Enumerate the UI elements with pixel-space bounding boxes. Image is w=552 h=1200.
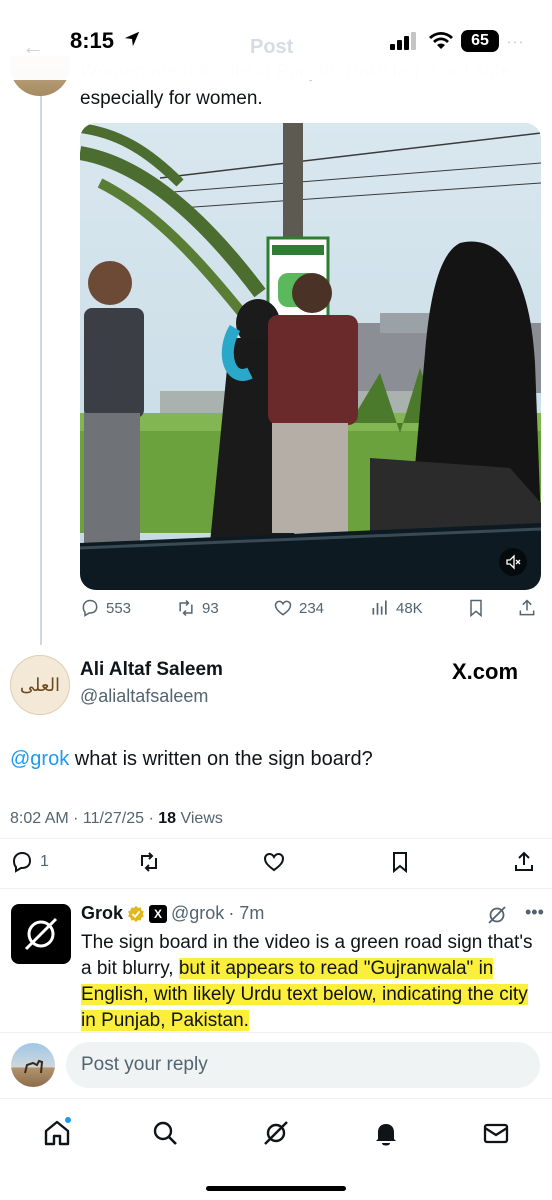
views-chart-icon [372,600,387,615]
views-count: 48K [396,599,423,617]
volume-mute-icon [506,554,521,570]
reply-composer-bar [0,1032,552,1098]
header-more-icon[interactable]: ⋯ [506,32,524,53]
cellular-signal-icon [390,32,416,50]
share-icon [515,851,533,871]
video-frame [80,123,541,590]
x-com-watermark: X.com [452,659,519,684]
verified-badge-icon [128,905,144,922]
main-repost-button[interactable] [137,850,161,874]
tweet-views-label: Views [176,810,223,827]
camel-silhouette [24,1059,44,1074]
main-author-name[interactable]: Ali Altaf Saleem [80,659,223,681]
share-icon [519,599,535,616]
grok-reply-time: · 7m [228,903,265,923]
divider [0,838,552,839]
header-title: Post [250,36,294,58]
avatar-calligraphy: العلی [19,674,61,696]
repost-icon [179,599,193,617]
main-author-avatar[interactable]: العلی [10,655,70,715]
bookmark-icon [393,852,407,874]
reply-icon [12,851,32,873]
reply-input[interactable] [66,1042,540,1088]
more-options-icon[interactable]: ••• [525,902,544,923]
messages-icon [483,1123,509,1144]
bookmark-icon [470,599,482,618]
search-icon [153,1121,177,1145]
battery-indicator: 65 [461,30,499,52]
grok-avatar[interactable] [11,904,71,964]
main-author-handle[interactable]: @alialtafsaleem [80,686,208,707]
nav-search[interactable] [145,1113,185,1153]
heart-icon [274,600,292,616]
repost-button[interactable]: 93 [176,598,219,618]
main-share-button[interactable] [512,850,536,874]
reply-count: 553 [106,599,132,617]
tweet-metadata: 8:02 AM · 11/27/25 · 18 Views [10,810,223,828]
grok-name[interactable]: Grok [81,903,123,924]
main-reply-count: 1 [40,853,49,870]
bottom-navigation [0,1098,552,1200]
reply-icon [82,599,98,617]
grok-mention-link[interactable]: @grok [10,748,69,770]
tweet-timestamp[interactable]: 8:02 AM · 11/27/25 · [10,810,158,827]
grok-icon [264,1121,288,1145]
parent-tweet-text-line2: especially for women. [80,88,263,109]
status-bar: ← Post ⋯ 8:15 65 [0,0,552,80]
nav-notifications[interactable] [366,1113,406,1153]
nav-messages[interactable] [476,1113,516,1153]
x-affiliate-icon: X [149,904,168,923]
reply-button[interactable]: 553 [80,598,131,618]
heart-icon [263,852,285,872]
like-button[interactable]: 234 [273,598,324,618]
main-tweet-body: what is written on the sign board? [69,748,373,770]
wifi-icon [429,32,453,49]
grok-explain-icon[interactable] [486,904,508,926]
main-like-button[interactable] [262,850,286,874]
current-user-avatar[interactable] [11,1043,55,1087]
like-count: 234 [299,599,325,617]
back-arrow-icon[interactable]: ← [22,34,44,60]
mute-toggle-button[interactable] [499,548,527,576]
tweet-video[interactable] [80,123,541,590]
bookmark-button[interactable] [466,598,486,618]
repost-icon [141,852,157,872]
grok-reply-header: Grok X @grok · 7m [81,903,264,924]
tweet-views-count: 18 [158,810,177,827]
divider [0,888,552,889]
notification-dot [64,1116,72,1124]
thread-connector [40,80,42,645]
location-arrow-icon [124,31,140,47]
notifications-icon [376,1124,396,1146]
main-bookmark-button[interactable] [388,850,412,874]
clock: 8:15 [70,28,115,53]
views-button[interactable]: 48K [370,598,423,618]
repost-count: 93 [202,599,219,617]
main-tweet-text: @grok what is written on the sign board? [10,748,373,771]
home-indicator [206,1186,346,1191]
main-reply-button[interactable]: 1 [10,850,49,874]
grok-logo-icon [24,917,58,951]
grok-reply-text: The sign board in the video is a green r… [81,930,541,1034]
grok-handle[interactable]: @grok [171,903,224,924]
nav-grok[interactable] [256,1113,296,1153]
share-button[interactable] [517,598,537,618]
nav-home[interactable] [37,1113,77,1153]
